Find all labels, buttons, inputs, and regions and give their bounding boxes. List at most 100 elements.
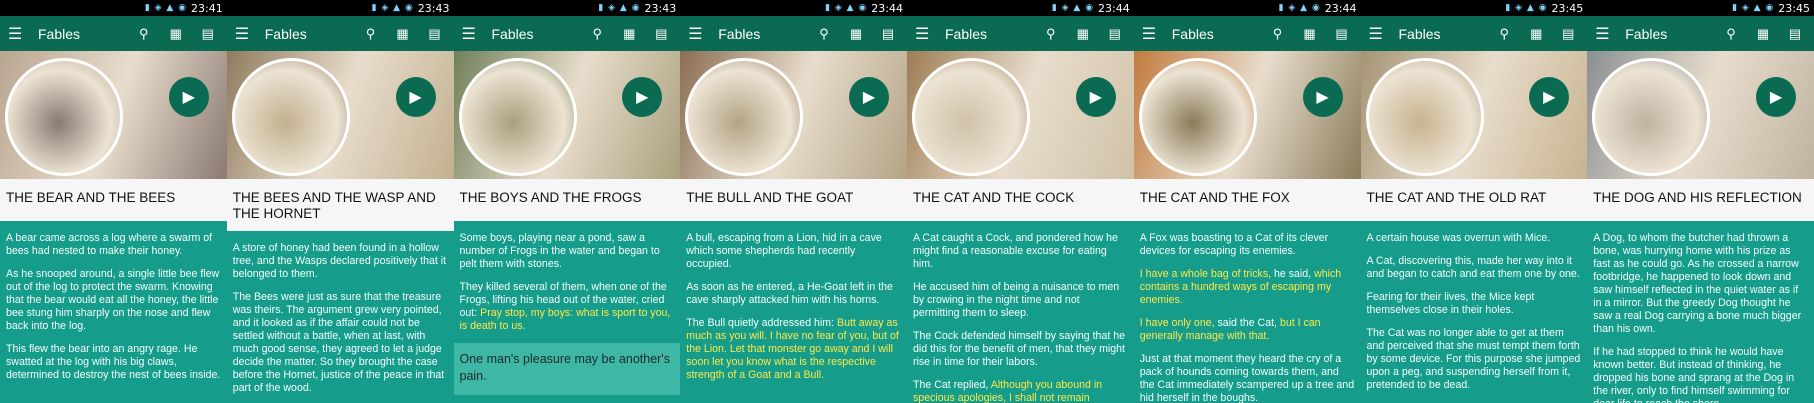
narration-text: A Fox was boasting to a Cat of its cleve… (1139, 232, 1329, 257)
grid-icon[interactable]: ▦ (845, 26, 867, 42)
story-body: A bull, escaping from a Lion, hid in a c… (680, 221, 907, 382)
book-icon[interactable]: ▤ (650, 26, 672, 42)
story-illustration: ▶ (453, 51, 681, 179)
play-icon: ▶ (1543, 89, 1556, 106)
play-button[interactable]: ▶ (849, 77, 889, 117)
narration-text: As soon as he entered, a He-Goat left in… (686, 281, 893, 306)
status-icons: ▮ ◈ ▲ ◉ (1278, 3, 1321, 13)
app-bar: ☰ Fables ⚲ ▦ ▤ (453, 16, 681, 51)
narration-text: As he snooped around, a single little be… (6, 268, 220, 332)
grid-icon[interactable]: ▦ (618, 26, 640, 42)
play-button[interactable]: ▶ (168, 77, 209, 117)
narration-text: he said, (1271, 268, 1315, 280)
narration-text: A bear came across a log where a swarm o… (6, 232, 213, 257)
fable-screen: ▮ ◈ ▲ ◉ 23:44 ☰ Fables ⚲ ▦ ▤ ▶ THE BULL AND THE … (680, 0, 907, 403)
book-icon[interactable]: ▤ (424, 26, 446, 42)
illustration-circle (231, 58, 350, 176)
play-button[interactable]: ▶ (395, 77, 436, 117)
book-icon[interactable]: ▤ (1331, 26, 1353, 42)
story-body: A certain house was overrun with Mice. A … (1361, 221, 1588, 392)
narration-text: Some boys, playing near a pond, saw a nu… (459, 232, 660, 270)
search-icon[interactable]: ⚲ (1493, 26, 1515, 42)
grid-icon[interactable]: ▦ (1752, 26, 1774, 42)
menu-icon[interactable]: ☰ (1142, 24, 1160, 44)
narration-text: A Cat caught a Cock, and pondered how he… (913, 232, 1118, 270)
book-icon[interactable]: ▤ (877, 26, 899, 42)
menu-icon[interactable]: ☰ (8, 24, 26, 44)
illustration-circle (1592, 58, 1711, 176)
status-icons: ▮ ◈ ▲ ◉ (144, 3, 188, 13)
play-button[interactable]: ▶ (1302, 77, 1343, 117)
story-paragraph: The Cat was no longer able to get at the… (1367, 327, 1582, 392)
story-body: A store of honey had been found in a hol… (227, 231, 454, 395)
play-button[interactable]: ▶ (1529, 77, 1570, 117)
narration-text: The Bees were just as sure that the trea… (232, 291, 445, 394)
book-icon[interactable]: ▤ (1557, 26, 1579, 42)
app-title: Fables (718, 25, 761, 42)
story-paragraph: The Cat replied, Although you abound in … (913, 379, 1128, 403)
story-title: THE CAT AND THE OLD RAT (1360, 179, 1588, 221)
narration-text: Just at that moment they heard the cry o… (1139, 353, 1355, 403)
book-icon[interactable]: ▤ (197, 26, 219, 42)
dialogue-text: Pray stop, my boys: what is sport to you… (459, 307, 671, 332)
search-icon[interactable]: ⚲ (1040, 26, 1062, 42)
play-button[interactable]: ▶ (1075, 77, 1116, 117)
story-paragraph: A bull, escaping from a Lion, hid in a c… (686, 232, 901, 271)
menu-icon[interactable]: ☰ (235, 24, 253, 44)
story-title: THE BEES AND THE WASP AND THE HORNET (226, 179, 454, 231)
story-illustration: ▶ (680, 51, 907, 179)
search-icon[interactable]: ⚲ (813, 26, 835, 42)
book-icon[interactable]: ▤ (1104, 26, 1126, 42)
app-title: Fables (38, 25, 81, 42)
play-icon: ▶ (1089, 89, 1102, 106)
story-illustration: ▶ (226, 51, 454, 179)
fable-screen: ▮ ◈ ▲ ◉ 23:43 ☰ Fables ⚲ ▦ ▤ ▶ THE BEES AND THE … (226, 0, 454, 403)
story-body: Some boys, playing near a pond, saw a nu… (453, 221, 681, 395)
dialogue-text: I have a whole bag of tricks, (1139, 268, 1272, 280)
search-icon[interactable]: ⚲ (360, 26, 382, 42)
book-icon[interactable]: ▤ (1784, 26, 1806, 42)
play-icon: ▶ (409, 89, 422, 106)
status-icons: ▮ ◈ ▲ ◉ (1505, 3, 1548, 13)
play-button[interactable]: ▶ (622, 77, 663, 117)
grid-icon[interactable]: ▦ (1072, 26, 1094, 42)
story-paragraph: A Cat caught a Cock, and pondered how he… (913, 232, 1128, 271)
narration-text: Fearing for their lives, the Mice kept t… (1366, 291, 1535, 316)
story-paragraph: He accused him of being a nuisance to me… (913, 281, 1128, 320)
story-body: A Fox was boasting to a Cat of its cleve… (1134, 221, 1361, 403)
menu-icon[interactable]: ☰ (1595, 24, 1613, 44)
grid-icon[interactable]: ▦ (1525, 26, 1547, 42)
search-icon[interactable]: ⚲ (1720, 26, 1742, 42)
story-paragraph: As soon as he entered, a He-Goat left in… (686, 281, 901, 307)
story-paragraph: A Fox was boasting to a Cat of its cleve… (1140, 232, 1355, 258)
status-time: 23:45 (1778, 1, 1810, 15)
menu-icon[interactable]: ☰ (462, 24, 480, 44)
story-paragraph: This flew the bear into an angry rage. H… (6, 343, 221, 382)
app-bar: ☰ Fables ⚲ ▦ ▤ (226, 16, 454, 51)
grid-icon[interactable]: ▦ (392, 26, 414, 42)
story-paragraph: Fearing for their lives, the Mice kept t… (1367, 291, 1582, 317)
menu-icon[interactable]: ☰ (1369, 24, 1387, 44)
grid-icon[interactable]: ▦ (1299, 26, 1321, 42)
story-paragraph: The Bees were just as sure that the trea… (233, 291, 448, 395)
play-icon: ▶ (636, 89, 649, 106)
app-bar: ☰ Fables ⚲ ▦ ▤ (1587, 16, 1814, 51)
fable-screen: ▮ ◈ ▲ ◉ 23:45 ☰ Fables ⚲ ▦ ▤ ▶ THE CAT AND THE O… (1360, 0, 1588, 403)
search-icon[interactable]: ⚲ (133, 26, 155, 42)
app-bar: ☰ Fables ⚲ ▦ ▤ (1133, 16, 1361, 51)
narration-text: A bull, escaping from a Lion, hid in a c… (686, 232, 882, 270)
menu-icon[interactable]: ☰ (915, 24, 933, 44)
search-icon[interactable]: ⚲ (1267, 26, 1289, 42)
status-time: 23:43 (417, 1, 450, 15)
story-title: THE CAT AND THE FOX (1133, 179, 1361, 221)
narration-text: A store of honey had been found in a hol… (232, 242, 447, 280)
app-title: Fables (1625, 25, 1668, 42)
play-button[interactable]: ▶ (1756, 77, 1796, 117)
menu-icon[interactable]: ☰ (688, 24, 706, 44)
app-title: Fables (945, 25, 988, 42)
grid-icon[interactable]: ▦ (165, 26, 187, 42)
status-bar: ▮ ◈ ▲ ◉ 23:44 (1133, 0, 1361, 16)
search-icon[interactable]: ⚲ (586, 26, 608, 42)
story-paragraph: A Dog, to whom the butcher had thrown a … (1593, 232, 1808, 336)
app-title: Fables (264, 25, 307, 42)
